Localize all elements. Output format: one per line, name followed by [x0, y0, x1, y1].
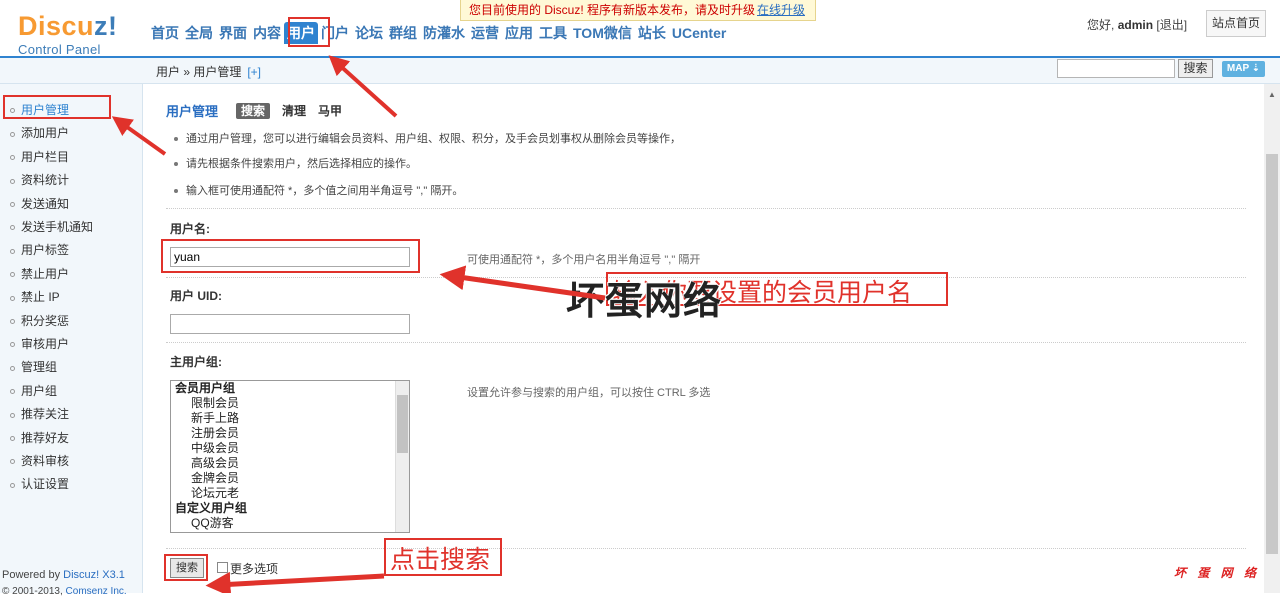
annotation-arrows: [111, 55, 606, 593]
arrow-to-nav-user: [328, 55, 398, 118]
arrow-to-sidebar: [111, 116, 167, 156]
arrow-to-username: [439, 265, 606, 301]
arrow-to-search: [205, 571, 385, 593]
